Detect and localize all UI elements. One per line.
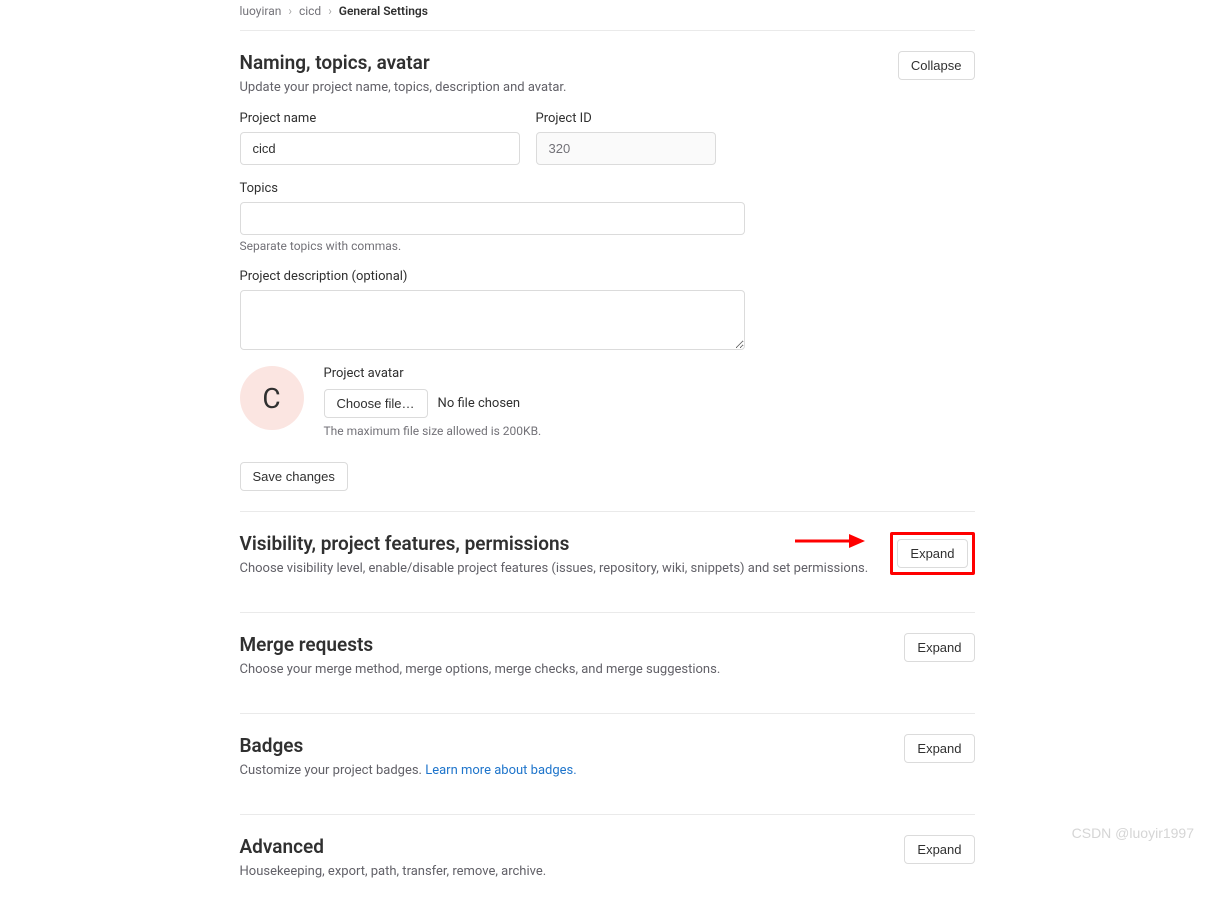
breadcrumb: luoyiran › cicd › General Settings: [240, 0, 975, 31]
section-merge: Merge requests Choose your merge method,…: [240, 613, 975, 714]
section-title-badges: Badges: [240, 734, 577, 757]
section-desc-visibility: Choose visibility level, enable/disable …: [240, 561, 869, 576]
section-advanced: Advanced Housekeeping, export, path, tra…: [240, 815, 975, 915]
collapse-button-naming[interactable]: Collapse: [898, 51, 975, 80]
file-size-help: The maximum file size allowed is 200KB.: [324, 424, 542, 438]
description-label: Project description (optional): [240, 269, 745, 284]
section-desc-merge: Choose your merge method, merge options,…: [240, 662, 721, 677]
topics-input[interactable]: [240, 202, 745, 235]
expand-button-badges[interactable]: Expand: [904, 734, 974, 763]
section-title-naming: Naming, topics, avatar: [240, 51, 567, 74]
annotation-arrow-icon: [795, 529, 865, 553]
avatar: C: [240, 366, 304, 430]
topics-help: Separate topics with commas.: [240, 239, 745, 253]
project-name-label: Project name: [240, 111, 520, 126]
badges-learn-more-link[interactable]: Learn more about badges.: [425, 763, 576, 778]
project-id-label: Project ID: [536, 111, 716, 126]
file-status: No file chosen: [438, 396, 521, 411]
expand-button-merge[interactable]: Expand: [904, 633, 974, 662]
section-naming: Naming, topics, avatar Update your proje…: [240, 31, 975, 512]
section-badges: Badges Customize your project badges. Le…: [240, 714, 975, 815]
breadcrumb-item-user[interactable]: luoyiran: [240, 4, 282, 18]
description-textarea[interactable]: [240, 290, 745, 350]
expand-button-advanced[interactable]: Expand: [904, 835, 974, 864]
topics-label: Topics: [240, 181, 745, 196]
avatar-letter: C: [262, 382, 280, 415]
avatar-label: Project avatar: [324, 366, 542, 381]
project-name-input[interactable]: [240, 132, 520, 165]
breadcrumb-item-project[interactable]: cicd: [299, 4, 321, 18]
section-desc-badges: Customize your project badges. Learn mor…: [240, 763, 577, 778]
project-id-input: [536, 132, 716, 165]
breadcrumb-separator: ›: [328, 4, 332, 18]
section-visibility: Visibility, project features, permission…: [240, 512, 975, 613]
section-desc-advanced: Housekeeping, export, path, transfer, re…: [240, 864, 547, 879]
save-changes-button[interactable]: Save changes: [240, 462, 348, 491]
section-title-advanced: Advanced: [240, 835, 547, 858]
section-title-merge: Merge requests: [240, 633, 721, 656]
annotation-highlight-box: Expand: [890, 532, 974, 575]
section-title-visibility: Visibility, project features, permission…: [240, 532, 869, 555]
choose-file-button[interactable]: Choose file…: [324, 389, 428, 418]
expand-button-visibility[interactable]: Expand: [897, 539, 967, 568]
breadcrumb-separator: ›: [288, 4, 292, 18]
breadcrumb-current: General Settings: [339, 4, 428, 18]
watermark: CSDN @luoyir1997: [1072, 825, 1194, 841]
section-desc-naming: Update your project name, topics, descri…: [240, 80, 567, 95]
